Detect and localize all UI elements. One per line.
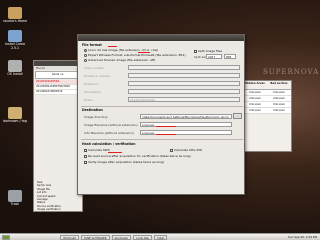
menu-bar[interactable]: Trucco bbox=[34, 66, 82, 70]
split-size-input[interactable]: 2047 bbox=[206, 54, 222, 59]
split-image-checkbox[interactable]: ✓ Split image files bbox=[194, 49, 223, 54]
taskbar-item[interactable]: SUSE GUYMAGER bbox=[80, 234, 110, 240]
evidence-number-label: Evidence number bbox=[84, 74, 111, 78]
cell: Unknown bbox=[272, 109, 286, 112]
annotation-underline bbox=[156, 126, 176, 127]
taskbar: [Terminal] SUSE GUYMAGER Guymager Local … bbox=[0, 233, 320, 240]
device-columns-panel: Hidden Areas Bad sectors Unknown Unknown… bbox=[242, 80, 292, 152]
annotation-underline bbox=[108, 46, 117, 47]
desktop-icon-os-install[interactable]: OS Install bbox=[1, 60, 29, 77]
table-row[interactable]: 2014084310060516 bbox=[35, 90, 81, 95]
calculate-md5-checkbox[interactable]: ✓ Calculate MD5 bbox=[84, 148, 110, 153]
desktop-icon-label: Trash bbox=[10, 202, 20, 206]
checkbox-label: Calculate SHA-256 bbox=[174, 148, 202, 152]
checkbox-icon bbox=[84, 154, 87, 158]
hash-heading: Hash calculation / verification bbox=[82, 142, 136, 146]
wallpaper-watermark: SUPERNOVA bbox=[263, 68, 320, 76]
radio-label: Expert Witness Format, sub-format EnCase… bbox=[88, 53, 186, 57]
cell: Unknown bbox=[248, 103, 262, 106]
annotation-underline bbox=[108, 152, 122, 153]
desktop-icon-trash[interactable]: Trash bbox=[1, 190, 29, 207]
notes-input[interactable]: 20120316045594 bbox=[128, 97, 240, 102]
taskbar-item[interactable]: Local disk bbox=[133, 234, 152, 240]
desktop-icon-label: OS Install bbox=[7, 72, 23, 76]
format-aff-radio[interactable]: Advanced forensic image (file extension … bbox=[84, 58, 155, 62]
radio-icon bbox=[84, 53, 87, 57]
checkbox-label: Calculate MD5 bbox=[88, 148, 110, 152]
file-format-heading: File format bbox=[82, 43, 102, 47]
divider bbox=[81, 106, 243, 107]
reread-source-checkbox[interactable]: Re-read source after acquisition for ver… bbox=[84, 154, 191, 158]
table-row[interactable]: Unknown Unknown bbox=[243, 108, 291, 114]
column-header-bad-sectors[interactable]: Bad sectors bbox=[267, 81, 291, 89]
folder-icon bbox=[8, 107, 22, 119]
taskbar-item[interactable]: Guymager bbox=[111, 234, 132, 240]
description-label: Description bbox=[84, 90, 102, 94]
notes-label: Notes bbox=[84, 98, 93, 102]
start-menu-button[interactable] bbox=[2, 234, 10, 240]
radio-label: Advanced forensic image (file extension … bbox=[88, 58, 156, 62]
image-directory-input[interactable]: /data/documents and Settings/Ben Kemp/De… bbox=[140, 114, 232, 119]
info-label: Image verification bbox=[37, 208, 61, 212]
calculate-sha256-checkbox[interactable]: Calculate SHA-256 bbox=[170, 148, 202, 152]
columns-header: Hidden Areas Bad sectors bbox=[243, 81, 291, 90]
examiner-input[interactable] bbox=[128, 81, 240, 86]
cell: Unknown bbox=[272, 97, 286, 100]
taskbar-item[interactable]: [jobs] bbox=[153, 234, 168, 240]
desktop-icon-install[interactable]: Install Camo 2.5.1 bbox=[1, 30, 29, 50]
desktop-icon-darkroom[interactable]: darkroom / tag bbox=[1, 107, 29, 124]
case-number-input[interactable] bbox=[128, 65, 240, 70]
checkbox-checked-icon: ✓ bbox=[84, 160, 88, 165]
desktop-icon-home[interactable]: vaudra's Home bbox=[1, 7, 29, 24]
destination-heading: Destination bbox=[82, 108, 103, 112]
cell: Unknown bbox=[272, 91, 286, 94]
column-header-hidden-areas[interactable]: Hidden Areas bbox=[243, 81, 267, 89]
cell: Unknown bbox=[272, 103, 286, 106]
cell: Unknown bbox=[248, 97, 262, 100]
format-ewf-radio[interactable]: Expert Witness Format, sub-format EnCase… bbox=[84, 53, 186, 57]
radio-selected-icon: • bbox=[84, 48, 87, 53]
case-number-label: Case number bbox=[84, 66, 105, 70]
taskbar-item[interactable]: [Terminal] bbox=[60, 234, 79, 240]
checkbox-label: Verify image after acquisition (takes tw… bbox=[88, 160, 165, 164]
acquire-image-dialog[interactable]: File format • Linux dd raw image (file e… bbox=[77, 34, 245, 195]
drive-icon bbox=[8, 60, 22, 72]
column-header-serial[interactable]: Serial no. bbox=[35, 71, 81, 79]
device-info-panel: Size Sector size Image file Lot info Cur… bbox=[34, 181, 83, 212]
image-filename-label: Image filename (without extension) bbox=[84, 123, 138, 127]
checkbox-checked-icon: ✓ bbox=[84, 148, 88, 153]
checkbox-label: Re-read source after acquisition for ver… bbox=[88, 154, 191, 158]
evidence-number-input[interactable] bbox=[128, 73, 240, 78]
desktop-icon-label: Install Camo 2.5.1 bbox=[5, 42, 25, 50]
annotation-underline bbox=[156, 134, 176, 135]
desktop-icon-label: darkroom / tag bbox=[3, 119, 27, 123]
device-list-window[interactable]: Trucco Serial no. 20120316045594 2012090… bbox=[33, 60, 83, 212]
installer-icon bbox=[8, 30, 22, 42]
home-folder-icon bbox=[8, 7, 22, 19]
dialog-titlebar[interactable] bbox=[78, 35, 244, 41]
cell: Unknown bbox=[248, 109, 262, 112]
checkbox-label: Split image files bbox=[198, 49, 223, 53]
image-filename-input[interactable]: privnego bbox=[140, 122, 232, 127]
image-directory-label: Image directory bbox=[84, 115, 108, 119]
divider bbox=[81, 139, 243, 140]
info-filename-input[interactable]: privnego bbox=[140, 130, 232, 135]
description-input[interactable] bbox=[128, 89, 240, 94]
choose-directory-button[interactable]: ... bbox=[233, 113, 242, 119]
split-unit-select[interactable]: MiB bbox=[224, 54, 236, 59]
checkbox-icon bbox=[170, 148, 173, 152]
clock[interactable]: Sun Sep 20, 1:04 PM bbox=[288, 235, 317, 239]
trash-icon bbox=[8, 190, 22, 202]
verify-image-checkbox[interactable]: ✓ Verify image after acquisition (takes … bbox=[84, 160, 165, 165]
examiner-label: Examiner bbox=[84, 82, 99, 86]
desktop-icon-label: vaudra's Home bbox=[2, 19, 28, 23]
cell: Unknown bbox=[248, 91, 262, 94]
radio-icon bbox=[84, 58, 87, 62]
info-filename-label: Info filename (without extension) bbox=[84, 131, 134, 135]
checkbox-checked-icon: ✓ bbox=[194, 49, 198, 54]
